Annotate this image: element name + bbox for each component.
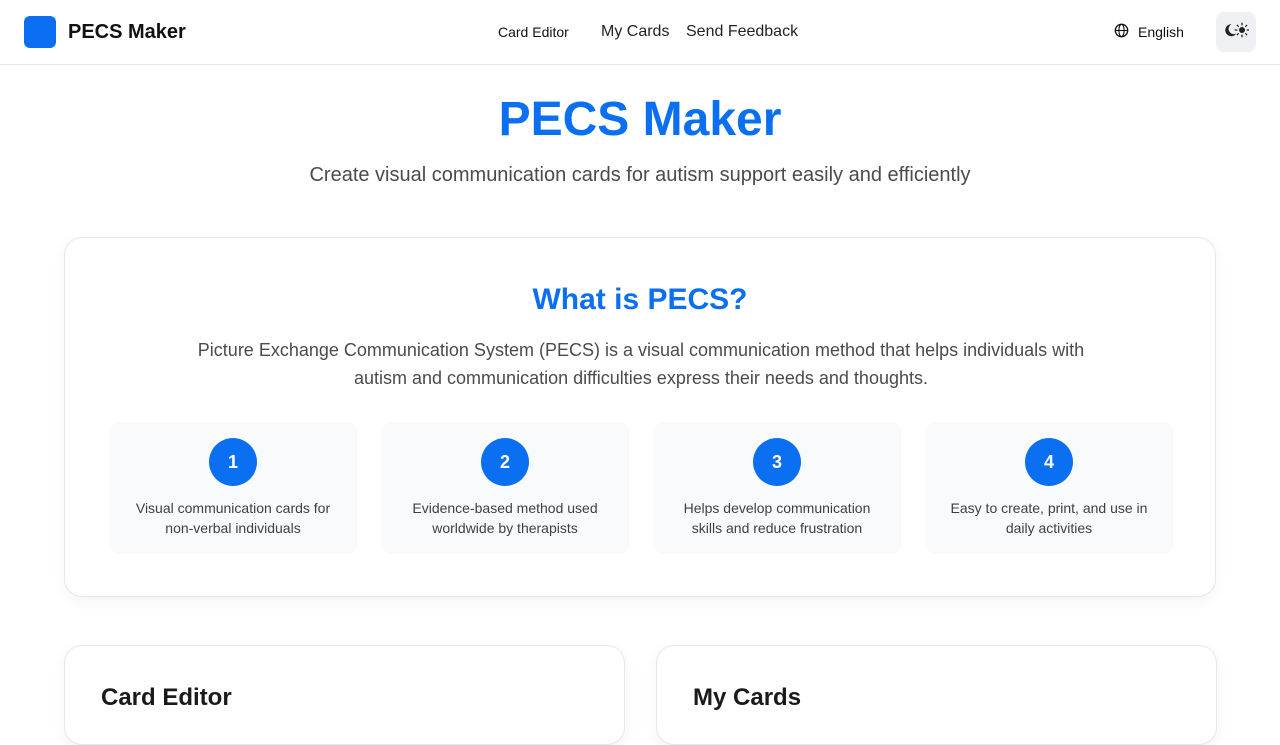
theme-toggle-icon <box>1223 22 1250 43</box>
feature-number-badge: 3 <box>753 438 801 486</box>
my-cards-panel: My Cards <box>656 645 1217 745</box>
nav-my-cards[interactable]: My Cards <box>601 22 669 42</box>
page-title: PECS Maker <box>498 93 782 146</box>
card-editor-panel: Card Editor <box>64 645 625 745</box>
language-label: English <box>1138 24 1184 40</box>
feature-item: 3 Helps develop communication skills and… <box>653 422 901 554</box>
feature-item: 2 Evidence-based method used worldwide b… <box>381 422 629 554</box>
feature-item: 1 Visual communication cards for non-ver… <box>109 422 357 554</box>
feature-text: Helps develop communication skills and r… <box>683 500 871 536</box>
feature-number-badge: 2 <box>481 438 529 486</box>
brand-name[interactable]: PECS Maker <box>68 20 186 44</box>
globe-icon <box>1114 23 1138 41</box>
theme-toggle-button[interactable] <box>1216 12 1256 52</box>
what-is-pecs-title: What is PECS? <box>532 283 748 316</box>
what-is-pecs-description: Picture Exchange Communication System (P… <box>197 340 1085 388</box>
nav-send-feedback[interactable]: Send Feedback <box>686 22 798 42</box>
logo-icon[interactable] <box>24 16 56 48</box>
feature-text: Easy to create, print, and use in daily … <box>950 500 1148 536</box>
my-cards-title: My Cards <box>693 684 802 711</box>
nav-card-editor[interactable]: Card Editor <box>498 24 569 40</box>
feature-text: Visual communication cards for non-verba… <box>135 500 331 536</box>
language-selector[interactable]: English <box>1114 22 1184 42</box>
feature-number-badge: 4 <box>1025 438 1073 486</box>
feature-number-badge: 1 <box>209 438 257 486</box>
feature-text: Evidence-based method used worldwide by … <box>412 500 598 536</box>
feature-item: 4 Easy to create, print, and use in dail… <box>925 422 1173 554</box>
what-is-pecs-card: What is PECS? Picture Exchange Communica… <box>64 237 1216 597</box>
top-header: PECS Maker Card Editor My Cards Send Fee… <box>0 0 1280 65</box>
card-editor-title: Card Editor <box>101 684 232 711</box>
page-subtitle: Create visual communication cards for au… <box>309 164 971 186</box>
